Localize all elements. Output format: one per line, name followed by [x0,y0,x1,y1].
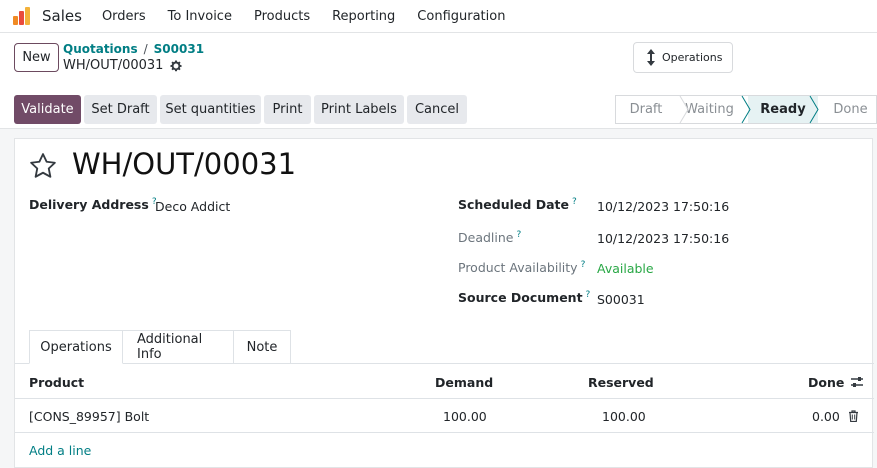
row-reserved: 100.00 [602,409,646,424]
record-name: WH/OUT/00031 [63,58,164,73]
help-mark[interactable]: ? [516,230,521,240]
trash-icon[interactable] [848,410,859,422]
help-mark[interactable]: ? [586,290,591,300]
status-bar: Draft Waiting Ready Done [615,95,877,124]
column-product[interactable]: Product [29,375,84,390]
tab-note[interactable]: Note [234,330,291,364]
row-product[interactable]: [CONS_89957] Bolt [29,409,149,424]
star-outline-icon[interactable] [27,151,59,181]
validate-button[interactable]: Validate [14,95,81,124]
breadcrumb-order[interactable]: S00031 [154,42,204,56]
set-draft-button[interactable]: Set Draft [84,95,157,124]
operations-label: Operations [662,51,723,64]
help-mark[interactable]: ? [572,197,577,207]
row-divider [15,432,874,433]
operations-button[interactable]: Operations [633,42,733,73]
stage-ready[interactable]: Ready [748,95,818,124]
breadcrumb-separator: / [143,42,148,56]
record-title: WH/OUT/00031 [72,147,297,181]
stage-done[interactable]: Done [824,95,877,124]
current-record: WH/OUT/00031 [63,58,183,73]
notebook-tabs: Operations Additional Info Note [29,330,291,364]
add-line-link[interactable]: Add a line [29,443,91,458]
set-quantities-button[interactable]: Set quantities [160,95,261,124]
row-done[interactable]: 0.00 [812,409,840,424]
deadline-value[interactable]: 10/12/2023 17:50:16 [597,231,729,246]
stage-waiting[interactable]: Waiting [677,95,742,124]
menu-configuration[interactable]: Configuration [417,9,505,24]
new-button[interactable]: New [14,43,59,72]
menu-products[interactable]: Products [254,9,310,24]
app-name[interactable]: Sales [42,7,82,25]
source-document-label: Source Document? [458,290,591,306]
deadline-label: Deadline? [458,230,522,246]
print-button[interactable]: Print [264,95,311,124]
scheduled-date-value[interactable]: 10/12/2023 17:50:16 [597,199,729,214]
breadcrumb: Quotations / S00031 [63,42,204,56]
availability-value: Available [597,261,654,276]
tab-additional-info[interactable]: Additional Info [123,330,234,364]
menu-reporting[interactable]: Reporting [332,9,395,24]
menu-to-invoice[interactable]: To Invoice [168,9,232,24]
sliders-icon[interactable] [850,375,864,389]
cancel-button[interactable]: Cancel [407,95,467,124]
up-down-arrows-icon [647,49,655,66]
source-document-value[interactable]: S00031 [597,292,645,307]
column-demand[interactable]: Demand [435,375,493,390]
print-labels-button[interactable]: Print Labels [314,95,404,124]
row-demand[interactable]: 100.00 [443,409,487,424]
action-bar: Validate Set Draft Set quantities Print … [0,88,877,129]
control-panel: New Quotations / S00031 WH/OUT/00031 Opera… [0,33,877,88]
form-sheet: WH/OUT/00031 Delivery Address? Deco Addi… [14,138,874,468]
scheduled-date-label: Scheduled Date? [458,197,577,213]
stage-draft[interactable]: Draft [615,95,677,124]
breadcrumb-quotations[interactable]: Quotations [63,42,138,56]
column-done[interactable]: Done [808,375,844,390]
header-divider [15,398,874,399]
product-availability-label: Product Availability? [458,260,586,276]
column-reserved[interactable]: Reserved [588,375,654,390]
sales-app-icon[interactable] [12,5,34,27]
menu-orders[interactable]: Orders [102,9,146,24]
delivery-address-label: Delivery Address? [29,197,157,213]
delivery-address-value[interactable]: Deco Addict [155,199,230,214]
gear-icon[interactable] [169,59,183,73]
help-mark[interactable]: ? [581,260,586,270]
top-navbar: Sales Orders To Invoice Products Reporti… [0,0,877,33]
tab-operations[interactable]: Operations [29,330,123,364]
main-menu: Orders To Invoice Products Reporting Con… [102,9,528,24]
